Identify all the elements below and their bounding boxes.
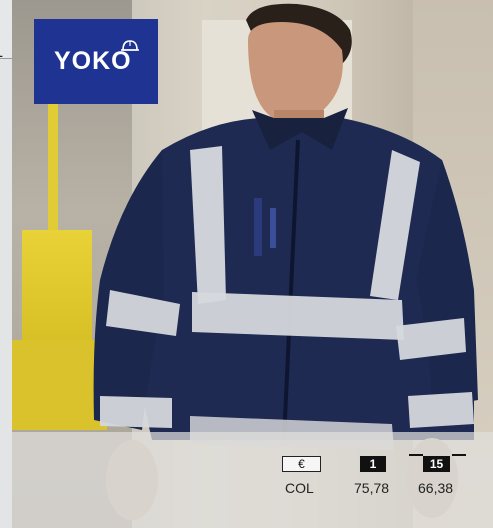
tier-bracket-left [409,454,423,456]
helmet-icon [121,40,139,51]
quantity-tier-2-badge: 15 [423,456,450,472]
side-tab-label: L [0,48,3,60]
brand-logo: YOKO [34,19,158,104]
price-tier-1: 75,78 [354,480,390,496]
tier-bracket-right [452,454,466,456]
product-page: L [0,0,493,528]
price-tier-2: 66,38 [418,480,454,496]
quantity-tier-1-badge: 1 [360,456,386,472]
currency-badge: € [282,456,321,472]
column-label: COL [285,480,314,496]
side-strip: L [0,0,12,528]
